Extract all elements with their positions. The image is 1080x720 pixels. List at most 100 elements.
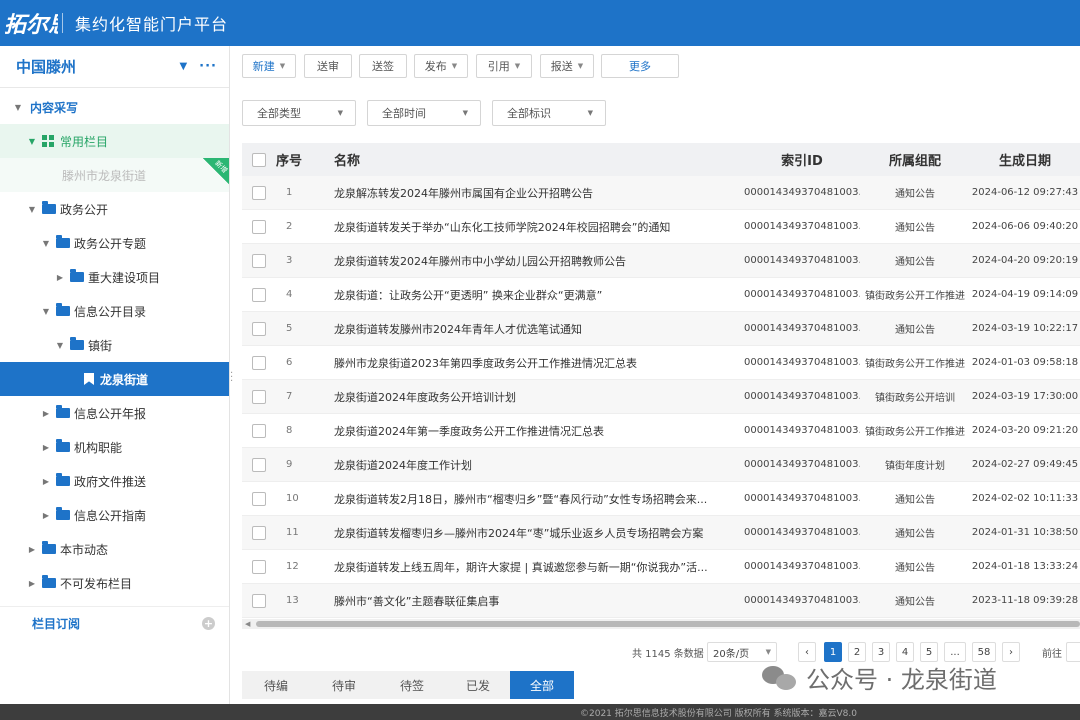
- page-button-last[interactable]: 58: [972, 642, 996, 662]
- scroll-left-icon[interactable]: ◀: [245, 619, 250, 629]
- sidebar-item-org-functions[interactable]: ▶ 机构职能: [0, 430, 229, 464]
- new-button[interactable]: 新建 ▼: [242, 54, 296, 78]
- row-checkbox[interactable]: [252, 593, 266, 608]
- page-button-4[interactable]: 4: [896, 642, 914, 662]
- row-checkbox[interactable]: [252, 185, 266, 200]
- column-header-name[interactable]: 名称: [334, 150, 744, 169]
- table-row[interactable]: 8 龙泉街道2024年第一季度政务公开工作推进情况汇总表 0000143493704…: [242, 414, 1080, 448]
- add-icon[interactable]: +: [202, 617, 215, 630]
- row-title-link[interactable]: 龙泉街道转发关于举办“山东化工技师学院2024年校园招聘会”的通知: [334, 219, 744, 235]
- sidebar-item-info-catalog[interactable]: ▼ 信息公开目录: [0, 294, 229, 328]
- sidebar-item-gov-special[interactable]: ▼ 政务公开专题: [0, 226, 229, 260]
- page-ellipsis[interactable]: ...: [944, 642, 966, 662]
- sidebar-item-content-section[interactable]: ▼ 内容采写: [0, 90, 229, 124]
- tab-pending-sign[interactable]: 待签: [378, 671, 446, 699]
- collapse-arrow-icon[interactable]: ▶: [26, 579, 38, 588]
- page-size-select[interactable]: 20条/页 ▼: [707, 642, 777, 662]
- publish-button[interactable]: 发布 ▼: [414, 54, 468, 78]
- prev-page-button[interactable]: ‹: [798, 642, 816, 662]
- table-row[interactable]: 4 龙泉街道：让政务公开“更透明” 换来企业群众“更满意” 000014349370…: [242, 278, 1080, 312]
- table-row[interactable]: 5 龙泉街道转发滕州市2024年青年人才优选笔试通知 000014349370481…: [242, 312, 1080, 346]
- sidebar-item-towns[interactable]: ▼ 镇街: [0, 328, 229, 362]
- table-row[interactable]: 13 滕州市“善文化”主题春联征集启事 000014349370481003... 通…: [242, 584, 1080, 618]
- column-header-index-id[interactable]: 索引ID: [744, 150, 860, 169]
- row-checkbox[interactable]: [252, 321, 266, 336]
- collapse-arrow-icon[interactable]: ▶: [40, 409, 52, 418]
- sidebar-item-city-news[interactable]: ▶ 本市动态: [0, 532, 229, 566]
- collapse-arrow-icon[interactable]: ▶: [40, 477, 52, 486]
- row-title-link[interactable]: 滕州市“善文化”主题春联征集启事: [334, 593, 744, 609]
- row-checkbox[interactable]: [252, 287, 266, 302]
- table-row[interactable]: 1 龙泉解冻转发2024年滕州市属国有企业公开招聘公告 00001434937048…: [242, 176, 1080, 210]
- row-title-link[interactable]: 龙泉街道转发2024年滕州市中小学幼儿园公开招聘教师公告: [334, 253, 744, 269]
- column-header-date[interactable]: 生成日期: [970, 150, 1080, 169]
- expand-arrow-icon[interactable]: ▼: [12, 103, 24, 112]
- collapse-arrow-icon[interactable]: ▶: [54, 273, 66, 282]
- sidebar-item-info-guide[interactable]: ▶ 信息公开指南: [0, 498, 229, 532]
- row-title-link[interactable]: 龙泉解冻转发2024年滕州市属国有企业公开招聘公告: [334, 185, 744, 201]
- expand-arrow-icon[interactable]: ▼: [54, 341, 66, 350]
- row-title-link[interactable]: 龙泉街道：让政务公开“更透明” 换来企业群众“更满意”: [334, 287, 744, 303]
- row-checkbox[interactable]: [252, 559, 266, 574]
- row-title-link[interactable]: 龙泉街道2024年度政务公开培训计划: [334, 389, 744, 405]
- sidebar-item-annual-report[interactable]: ▶ 信息公开年报: [0, 396, 229, 430]
- row-checkbox[interactable]: [252, 457, 266, 472]
- row-checkbox[interactable]: [252, 389, 266, 404]
- site-dropdown-icon[interactable]: ▼: [179, 61, 187, 72]
- tab-published[interactable]: 已发: [446, 671, 510, 699]
- row-title-link[interactable]: 滕州市龙泉街道2023年第四季度政务公开工作推进情况汇总表: [334, 355, 744, 371]
- table-row[interactable]: 3 龙泉街道转发2024年滕州市中小学幼儿园公开招聘教师公告 00001434937…: [242, 244, 1080, 278]
- sidebar-item-faded[interactable]: 滕州市龙泉街道 新增: [0, 158, 229, 192]
- table-row[interactable]: 10 龙泉街道转发2月18日，滕州市“榴枣归乡”暨“春风行动”女性专场招聘会来..…: [242, 482, 1080, 516]
- sidebar-item-column-subscribe[interactable]: 栏目订阅 +: [0, 606, 229, 640]
- collapse-arrow-icon[interactable]: ▶: [26, 545, 38, 554]
- select-all-checkbox[interactable]: [252, 152, 266, 167]
- table-row[interactable]: 9 龙泉街道2024年度工作计划 000014349370481003... 镇街年度…: [242, 448, 1080, 482]
- row-title-link[interactable]: 龙泉街道2024年度工作计划: [334, 457, 744, 473]
- table-row[interactable]: 12 龙泉街道转发上线五周年，期许大家提 | 真诚邀您参与新一期“你说我办”活..…: [242, 550, 1080, 584]
- site-selector[interactable]: 中国滕州 ▼ ···: [0, 46, 229, 88]
- collapse-arrow-icon[interactable]: ▶: [40, 443, 52, 452]
- table-row[interactable]: 6 滕州市龙泉街道2023年第四季度政务公开工作推进情况汇总表 0000143493…: [242, 346, 1080, 380]
- row-checkbox[interactable]: [252, 253, 266, 268]
- sidebar-item-major-projects[interactable]: ▶ 重大建设项目: [0, 260, 229, 294]
- tag-filter[interactable]: 全部标识 ▼: [492, 100, 606, 126]
- row-title-link[interactable]: 龙泉街道2024年第一季度政务公开工作推进情况汇总表: [334, 423, 744, 439]
- page-button-1[interactable]: 1: [824, 642, 842, 662]
- column-header-group[interactable]: 所属组配: [860, 150, 970, 169]
- more-button[interactable]: 更多: [601, 54, 679, 78]
- time-filter[interactable]: 全部时间 ▼: [367, 100, 481, 126]
- horizontal-scrollbar[interactable]: ◀: [242, 619, 1080, 629]
- goto-page-input[interactable]: [1066, 642, 1080, 662]
- sidebar-item-common-columns[interactable]: ▼ 常用栏目: [0, 124, 229, 158]
- type-filter[interactable]: 全部类型 ▼: [242, 100, 356, 126]
- row-checkbox[interactable]: [252, 355, 266, 370]
- row-title-link[interactable]: 龙泉街道转发上线五周年，期许大家提 | 真诚邀您参与新一期“你说我办”活...: [334, 559, 744, 575]
- expand-arrow-icon[interactable]: ▼: [40, 239, 52, 248]
- submit-button[interactable]: 报送 ▼: [540, 54, 594, 78]
- tab-pending-review[interactable]: 待审: [310, 671, 378, 699]
- more-options-icon[interactable]: ···: [199, 59, 217, 74]
- row-checkbox[interactable]: [252, 525, 266, 540]
- expand-arrow-icon[interactable]: ▼: [26, 205, 38, 214]
- sidebar-item-longquan[interactable]: 龙泉街道: [0, 362, 229, 396]
- expand-arrow-icon[interactable]: ▼: [26, 137, 38, 146]
- cite-button[interactable]: 引用 ▼: [476, 54, 532, 78]
- row-title-link[interactable]: 龙泉街道转发滕州市2024年青年人才优选笔试通知: [334, 321, 744, 337]
- table-row[interactable]: 11 龙泉街道转发榴枣归乡—滕州市2024年“枣”城乐业返乡人员专场招聘会方案 00…: [242, 516, 1080, 550]
- sign-button[interactable]: 送签: [359, 54, 407, 78]
- sidebar-item-unpublishable[interactable]: ▶ 不可发布栏目: [0, 566, 229, 600]
- page-button-5[interactable]: 5: [920, 642, 938, 662]
- page-button-3[interactable]: 3: [872, 642, 890, 662]
- collapse-arrow-icon[interactable]: ▶: [40, 511, 52, 520]
- column-header-no[interactable]: 序号: [276, 150, 334, 169]
- sidebar-item-gov-docs[interactable]: ▶ 政府文件推送: [0, 464, 229, 498]
- tab-all[interactable]: 全部: [510, 671, 574, 699]
- row-checkbox[interactable]: [252, 423, 266, 438]
- table-row[interactable]: 2 龙泉街道转发关于举办“山东化工技师学院2024年校园招聘会”的通知 000014…: [242, 210, 1080, 244]
- row-title-link[interactable]: 龙泉街道转发榴枣归乡—滕州市2024年“枣”城乐业返乡人员专场招聘会方案: [334, 525, 744, 541]
- row-checkbox[interactable]: [252, 219, 266, 234]
- sidebar-resize-handle[interactable]: · · ·: [230, 369, 236, 387]
- table-row[interactable]: 7 龙泉街道2024年度政务公开培训计划 000014349370481003...…: [242, 380, 1080, 414]
- tab-draft[interactable]: 待编: [242, 671, 310, 699]
